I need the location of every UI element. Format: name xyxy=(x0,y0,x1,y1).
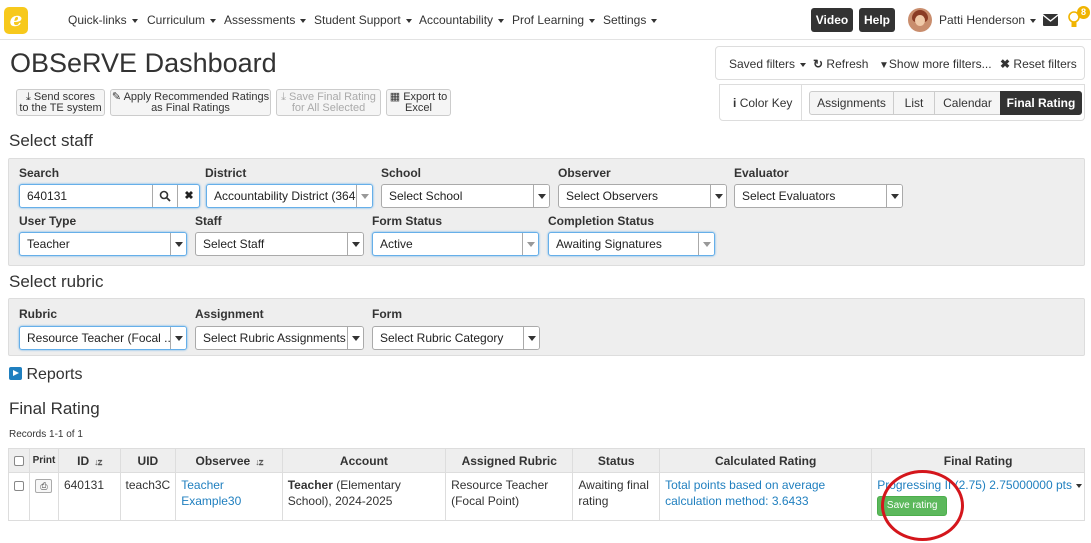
refresh-icon: ↻ xyxy=(813,57,824,71)
calculated-rating-cell: Total points based on average calculatio… xyxy=(659,472,873,521)
form-label: Form xyxy=(372,307,402,321)
filters-bar: Saved filters ↻ Refresh ▼Show more filte… xyxy=(715,46,1085,80)
form-status-label: Form Status xyxy=(372,214,443,228)
column-header-account: Account xyxy=(281,448,447,473)
search-icon[interactable] xyxy=(152,185,177,207)
select-staff-panel: Search 640131 ✖ District Accountability … xyxy=(8,158,1085,266)
final-rating-heading: Final Rating xyxy=(9,399,100,418)
staff-select[interactable]: Select Staff xyxy=(195,232,364,256)
color-key-button[interactable]: i Color Key xyxy=(733,96,792,110)
observer-select[interactable]: Select Observers xyxy=(558,184,727,208)
column-header-calculated-rating: Calculated Rating xyxy=(659,448,873,473)
user-type-label: User Type xyxy=(19,214,77,228)
reports-toggle[interactable]: Reports xyxy=(9,366,82,384)
id-cell: 640131 xyxy=(57,472,121,521)
print-cell: ⎙ xyxy=(29,472,59,521)
select-all-checkbox[interactable] xyxy=(14,456,24,467)
mail-icon[interactable] xyxy=(1043,14,1058,26)
uid-cell: teach3C xyxy=(119,472,177,521)
completion-status-select[interactable]: Awaiting Signatures xyxy=(548,232,715,256)
search-label: Search xyxy=(19,166,60,180)
row-checkbox[interactable] xyxy=(14,480,24,491)
info-icon: i xyxy=(733,96,737,110)
row-select-cell xyxy=(8,472,30,521)
save-final-rating-all-button[interactable]: ⤓ Save Final Rating for All Selected xyxy=(276,89,381,116)
nav-settings[interactable]: Settings xyxy=(603,13,658,27)
user-menu[interactable]: Patti Henderson xyxy=(939,13,1037,27)
paperclip-icon: ✎ xyxy=(111,91,122,103)
view-toolbar: i Color Key Assignments List Calendar Fi… xyxy=(719,84,1085,121)
school-label: School xyxy=(381,166,422,180)
observee-link[interactable]: Teacher Example30 xyxy=(181,478,241,508)
rubric-select[interactable]: Resource Teacher (Focal ... xyxy=(19,326,187,350)
column-header-id[interactable]: ID ↓𝗓 xyxy=(57,448,121,473)
refresh-button[interactable]: ↻ Refresh xyxy=(813,57,868,71)
column-header-assigned-rubric: Assigned Rubric xyxy=(445,448,574,473)
user-type-select[interactable]: Teacher xyxy=(19,232,187,256)
send-scores-button[interactable]: ⤓ Send scores to the TE system xyxy=(16,89,105,116)
nav-accountability[interactable]: Accountability xyxy=(419,13,505,27)
logo-icon[interactable]: e xyxy=(4,7,28,34)
select-staff-heading: Select staff xyxy=(9,131,93,150)
show-more-filters-button[interactable]: ▼Show more filters... xyxy=(879,57,992,71)
column-header-print: Print xyxy=(29,448,59,473)
rubric-cell: Resource Teacher (Focal Point) xyxy=(445,472,574,521)
column-header-final-rating: Final Rating xyxy=(871,448,1085,473)
help-button[interactable]: Help xyxy=(859,8,895,32)
district-select[interactable]: Accountability District (3648) xyxy=(206,184,373,208)
filter-icon: ▼ xyxy=(879,60,889,71)
clear-icon[interactable]: ✖ xyxy=(177,185,199,207)
top-navbar: e Quick-links Curriculum Assessments Stu… xyxy=(0,0,1091,40)
staff-label: Staff xyxy=(195,214,222,228)
tab-final-rating[interactable]: Final Rating xyxy=(1000,91,1082,115)
video-button[interactable]: Video xyxy=(811,8,853,32)
account-cell: Teacher (Elementary School), 2024-2025 xyxy=(281,472,447,521)
form-select[interactable]: Select Rubric Category xyxy=(372,326,540,350)
nav-assessments[interactable]: Assessments xyxy=(224,13,307,27)
records-count: Records 1-1 of 1 xyxy=(9,429,83,440)
assignment-label: Assignment xyxy=(195,307,264,321)
observee-cell: Teacher Example30 xyxy=(175,472,283,521)
sort-icon[interactable]: ↓𝗓 xyxy=(255,457,263,468)
reset-filters-button[interactable]: ✖ Reset filters xyxy=(1000,57,1077,71)
table-icon: ▦ xyxy=(389,91,401,103)
nav-curriculum[interactable]: Curriculum xyxy=(147,13,217,27)
status-cell: Awaiting final rating xyxy=(572,472,661,521)
tab-assignments[interactable]: Assignments xyxy=(809,91,894,115)
select-rubric-panel: Rubric Resource Teacher (Focal ... Assig… xyxy=(8,298,1085,356)
observer-label: Observer xyxy=(558,166,611,180)
evaluator-label: Evaluator xyxy=(734,166,789,180)
avatar[interactable] xyxy=(908,8,932,32)
saved-filters-dropdown[interactable]: Saved filters xyxy=(729,57,807,71)
nav-prof-learning[interactable]: Prof Learning xyxy=(512,13,596,27)
evaluator-select[interactable]: Select Evaluators xyxy=(734,184,903,208)
select-rubric-heading: Select rubric xyxy=(9,272,104,291)
school-select[interactable]: Select School xyxy=(381,184,550,208)
district-label: District xyxy=(205,166,247,180)
form-status-select[interactable]: Active xyxy=(372,232,539,256)
column-header-observee[interactable]: Observee ↓𝗓 xyxy=(175,448,283,473)
tab-list[interactable]: List xyxy=(893,91,935,115)
nav-quick-links[interactable]: Quick-links xyxy=(68,13,138,27)
column-header-uid: UID xyxy=(119,448,177,473)
download-icon: ⤓ xyxy=(281,91,286,103)
column-header-status: Status xyxy=(572,448,661,473)
nav-student-support[interactable]: Student Support xyxy=(314,13,412,27)
select-all-header[interactable] xyxy=(8,448,30,473)
play-icon xyxy=(9,367,22,380)
divider xyxy=(801,85,802,120)
sort-icon[interactable]: ↓𝗓 xyxy=(94,457,102,468)
apply-recommended-ratings-button[interactable]: ✎ Apply Recommended Ratings as Final Rati… xyxy=(110,89,271,116)
notification-badge: 8 xyxy=(1077,6,1090,19)
close-icon: ✖ xyxy=(1000,57,1011,71)
search-input[interactable]: 640131 ✖ xyxy=(19,184,200,208)
tab-calendar[interactable]: Calendar xyxy=(934,91,1001,115)
completion-status-label: Completion Status xyxy=(548,214,655,228)
export-excel-button[interactable]: ▦ Export to Excel xyxy=(386,89,451,116)
print-icon[interactable]: ⎙ xyxy=(35,479,53,493)
page-title: OBSeRVE Dashboard xyxy=(10,48,277,78)
assignment-select[interactable]: Select Rubric Assignments xyxy=(195,326,364,350)
highlight-circle xyxy=(881,470,964,541)
rubric-label: Rubric xyxy=(19,307,58,321)
